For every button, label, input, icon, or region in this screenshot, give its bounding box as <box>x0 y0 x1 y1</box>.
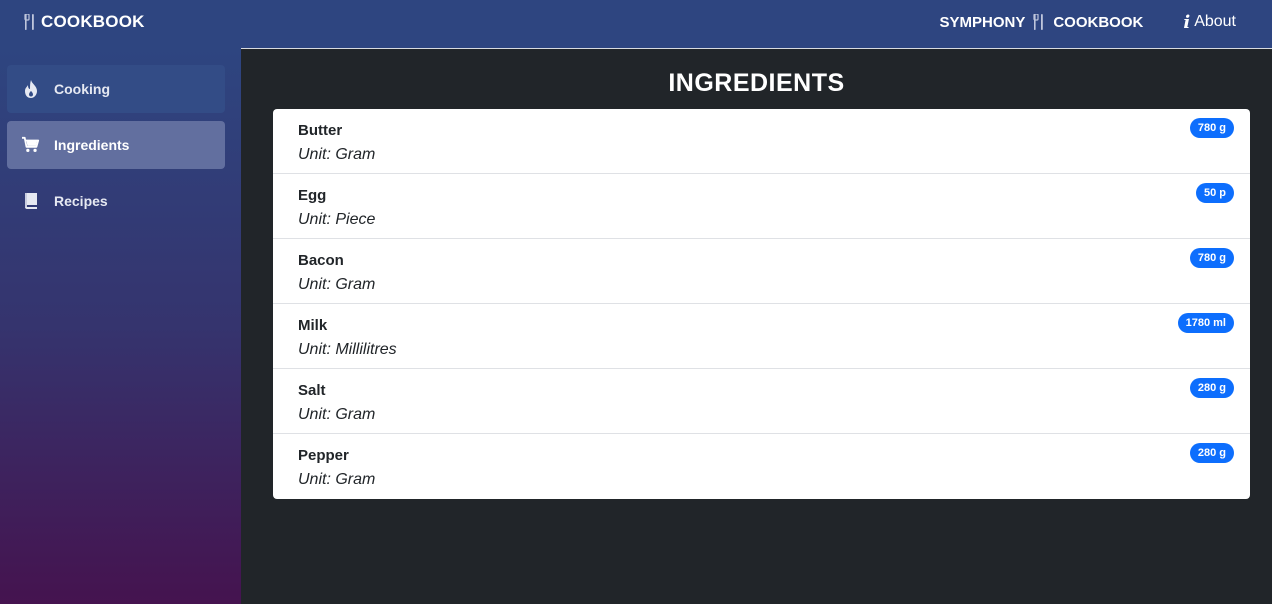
amount-badge: 280 g <box>1189 443 1234 463</box>
ingredient-name: Milk <box>298 317 328 334</box>
amount-badge: 280 g <box>1189 378 1234 398</box>
ingredient-list: Butter Unit: Gram 780 g Egg Unit: Piece … <box>273 109 1250 499</box>
about-link[interactable]: i About <box>1183 12 1236 33</box>
utensils-icon <box>24 14 36 30</box>
list-item[interactable]: Bacon Unit: Gram 780 g <box>273 239 1250 304</box>
ingredient-unit: Unit: Gram <box>298 276 376 293</box>
amount-badge: 780 g <box>1189 118 1234 138</box>
sidebar-item-cooking[interactable]: Cooking <box>7 65 225 113</box>
amount-badge: 50 p <box>1195 183 1234 203</box>
symphony-cookbook-link[interactable]: SYMPHONY COOKBOOK <box>939 14 1143 31</box>
ingredient-name: Egg <box>298 187 327 204</box>
about-label: About <box>1194 13 1236 30</box>
amount-badge: 780 g <box>1189 248 1234 268</box>
list-item[interactable]: Salt Unit: Gram 280 g <box>273 369 1250 434</box>
symphony-label: SYMPHONY <box>939 13 1026 31</box>
ingredient-unit: Unit: Gram <box>298 406 376 423</box>
brand-link[interactable]: COOKBOOK <box>24 11 145 33</box>
ingredient-name: Bacon <box>298 252 344 269</box>
sidebar-item-label: Ingredients <box>54 137 130 153</box>
top-navbar: COOKBOOK SYMPHONY COOKBOOK i About <box>0 0 1272 48</box>
sidebar-item-label: Recipes <box>54 193 108 209</box>
cart-icon <box>22 136 40 154</box>
ingredient-name: Salt <box>298 382 326 399</box>
list-item[interactable]: Pepper Unit: Gram 280 g <box>273 434 1250 499</box>
ingredient-name: Butter <box>298 122 343 139</box>
book-icon <box>22 192 40 210</box>
sidebar-item-recipes[interactable]: Recipes <box>7 177 225 225</box>
ingredient-unit: Unit: Millilitres <box>298 341 397 358</box>
cookbook-label: COOKBOOK <box>1053 13 1144 31</box>
sidebar-item-ingredients[interactable]: Ingredients <box>7 121 225 169</box>
list-item[interactable]: Butter Unit: Gram 780 g <box>273 109 1250 174</box>
amount-badge: 1780 ml <box>1177 313 1234 333</box>
main-content: INGREDIENTS Butter Unit: Gram 780 g Egg … <box>241 48 1272 604</box>
list-item[interactable]: Milk Unit: Millilitres 1780 ml <box>273 304 1250 369</box>
utensils-icon <box>1033 14 1045 30</box>
ingredient-name: Pepper <box>298 447 349 464</box>
sidebar-item-label: Cooking <box>54 81 110 97</box>
sidebar: Cooking Ingredients Recipes <box>0 48 241 604</box>
info-icon: i <box>1183 11 1191 33</box>
ingredient-unit: Unit: Piece <box>298 211 376 228</box>
brand-title: COOKBOOK <box>41 12 145 31</box>
page-title: INGREDIENTS <box>668 69 845 97</box>
ingredient-unit: Unit: Gram <box>298 146 376 163</box>
top-right-nav: SYMPHONY COOKBOOK i About <box>939 11 1236 33</box>
flame-icon <box>22 80 40 98</box>
ingredient-unit: Unit: Gram <box>298 471 376 488</box>
list-item[interactable]: Egg Unit: Piece 50 p <box>273 174 1250 239</box>
